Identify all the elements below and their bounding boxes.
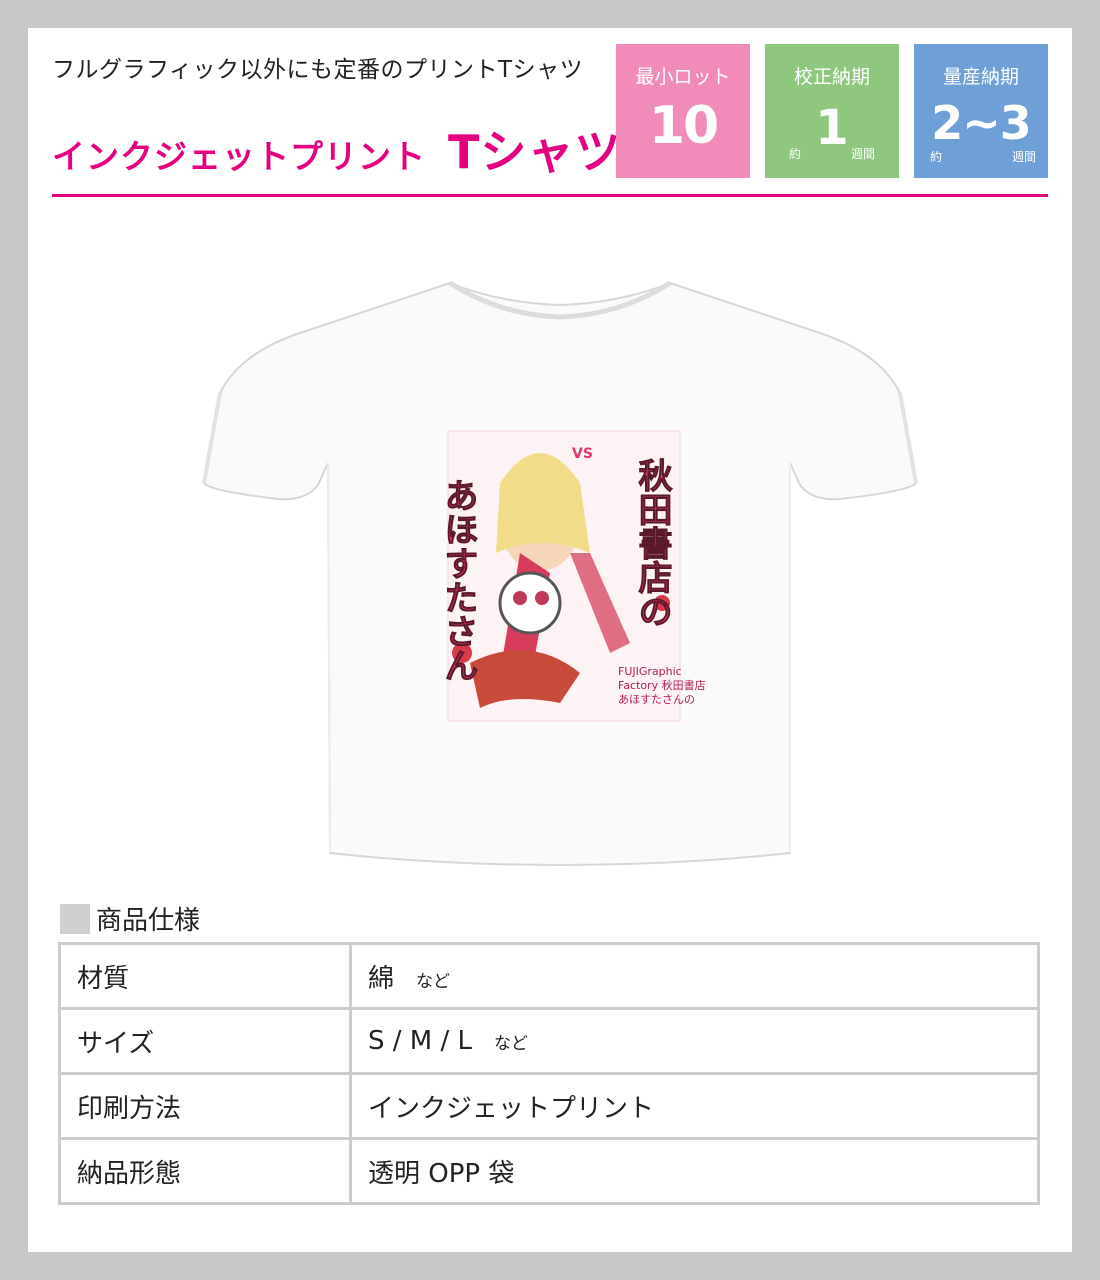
spec-value-text: S / M / L (368, 1026, 472, 1056)
shirt-print-artwork: あほすたさん 秋田書店の VS FUJIGraphic Factory 秋田書店… (438, 430, 706, 722)
badge-proof-delivery-value: 1 (815, 100, 849, 156)
spec-value-note: など (416, 971, 451, 992)
table-row: 印刷方法 インクジェットプリント (58, 1072, 1040, 1140)
spec-key: 印刷方法 (58, 1072, 352, 1140)
print-text-right: 秋田書店の (632, 458, 672, 628)
product-card: フルグラフィック以外にも定番のプリントTシャツ インクジェットプリント Tシャツ … (28, 28, 1072, 1252)
badge-mass-delivery-label: 量産納期 (942, 66, 1019, 88)
title-product: Tシャツ (448, 125, 622, 179)
spec-key: 材質 (58, 942, 352, 1010)
badge-min-lot-value: 10 (648, 96, 719, 156)
spec-heading-text: 商品仕様 (96, 906, 201, 936)
print-logo-line-2: Factory 秋田書店 (618, 678, 706, 692)
spec-value-text: インクジェットプリント (368, 1093, 655, 1124)
print-small-text: VS (572, 446, 593, 462)
badge-mass-delivery-prefix: 約 (930, 150, 943, 164)
spec-value-note: など (494, 1034, 528, 1054)
spec-value-text: 綿 (368, 963, 395, 994)
spec-key: 納品形態 (58, 1137, 352, 1205)
spec-value: インクジェットプリント (349, 1072, 1040, 1140)
page-title: インクジェットプリント Tシャツ (52, 116, 621, 182)
page-subtitle: フルグラフィック以外にも定番のプリントTシャツ (52, 57, 584, 83)
spec-heading: 商品仕様 (60, 900, 200, 937)
badge-mass-delivery-suffix: 週間 (1011, 150, 1036, 164)
print-logo-line-1: FUJIGraphic (618, 665, 682, 678)
badge-min-lot-label: 最小ロット (635, 66, 731, 88)
spec-table: 材質 綿など サイズ S / M / L など 印刷方法 インクジェットプリント … (58, 942, 1040, 1205)
table-row: 材質 綿など (58, 942, 1040, 1010)
badge-proof-delivery: 校正納期 約 1 週間 (765, 44, 899, 178)
badge-mass-delivery-value: 2~3 (931, 96, 1032, 150)
spec-value: 綿など (349, 942, 1040, 1010)
badge-proof-delivery-suffix: 週間 (850, 147, 875, 161)
table-row: サイズ S / M / L など (58, 1007, 1040, 1075)
heading-square-icon (60, 904, 90, 934)
badge-mass-delivery: 量産納期 2~3 約 週間 (914, 44, 1048, 178)
spec-value: 透明 OPP 袋 (349, 1137, 1040, 1205)
title-divider (52, 194, 1048, 197)
table-row: 納品形態 透明 OPP 袋 (58, 1137, 1040, 1205)
badge-min-lot: 最小ロット 10 (616, 44, 750, 178)
spec-value-text: 透明 OPP 袋 (368, 1158, 515, 1189)
print-text-left: あほすたさん (438, 478, 478, 682)
tshirt-product-photo: あほすたさん 秋田書店の VS FUJIGraphic Factory 秋田書店… (202, 280, 918, 867)
badge-proof-delivery-label: 校正納期 (793, 66, 870, 88)
title-print-method: インクジェットプリント (52, 137, 426, 176)
print-logo-line-3: あほすたさんの (618, 693, 695, 706)
spec-value: S / M / L など (349, 1007, 1040, 1075)
spec-key: サイズ (58, 1007, 352, 1075)
